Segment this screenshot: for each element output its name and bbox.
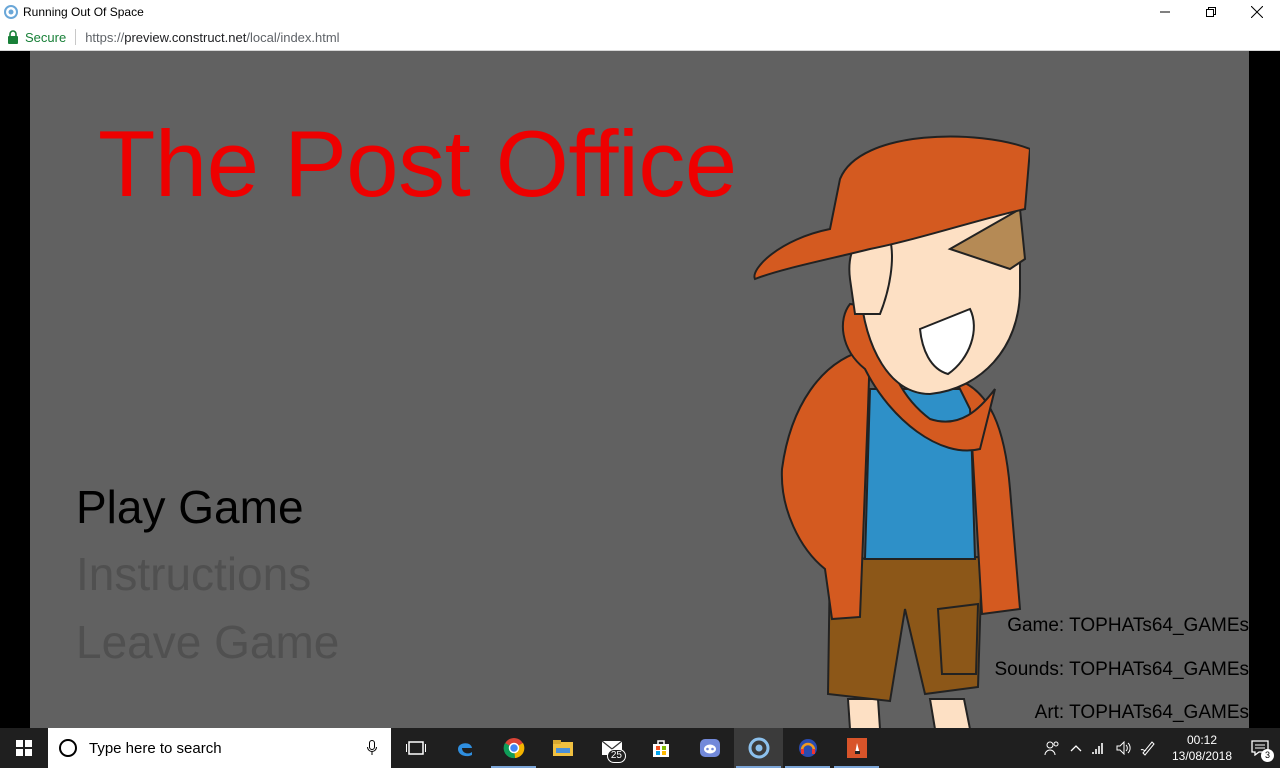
store-button[interactable]: [636, 728, 685, 768]
headphones-app-icon: [798, 739, 817, 757]
folder-icon: [552, 740, 573, 756]
search-placeholder: Type here to search: [89, 739, 222, 757]
construct-icon: [748, 737, 769, 759]
lock-icon: [8, 30, 18, 44]
media-app-button[interactable]: [783, 728, 832, 768]
window-title: Running Out Of Space: [23, 5, 144, 19]
clock-date: 13/08/2018: [1171, 749, 1233, 763]
url-path: /local/index.html: [246, 29, 340, 45]
address-bar[interactable]: Secure https://preview.construct.net/loc…: [0, 24, 1280, 51]
chrome-icon: [503, 738, 524, 759]
minimize-icon: [1160, 11, 1170, 13]
wifi-icon: [1092, 743, 1103, 754]
secure-label[interactable]: Secure: [25, 30, 66, 45]
menu-instructions[interactable]: Instructions: [76, 551, 311, 597]
construct-app-icon: [4, 5, 18, 19]
task-view-icon: [405, 741, 426, 755]
menu-leave-game[interactable]: Leave Game: [76, 619, 339, 665]
people-button[interactable]: [1040, 728, 1064, 768]
cortana-icon: [59, 739, 77, 757]
minimize-button[interactable]: [1142, 0, 1188, 24]
store-icon: [652, 740, 669, 757]
game-app-icon: [846, 738, 867, 758]
windows-logo-icon: [16, 740, 32, 756]
mail-unread-badge: 25: [606, 749, 626, 763]
action-center-button[interactable]: 3: [1240, 728, 1280, 768]
notification-count-badge: 3: [1261, 749, 1274, 762]
browser-viewport: The Post Office Play Game Instructions L…: [0, 51, 1280, 728]
url-text[interactable]: https://preview.construct.net/local/inde…: [85, 30, 339, 45]
construct-app-button[interactable]: [734, 728, 783, 768]
people-icon: [1044, 741, 1059, 756]
game-app-button[interactable]: [832, 728, 881, 768]
discord-icon: [699, 739, 720, 757]
restore-button[interactable]: [1188, 0, 1234, 24]
start-button[interactable]: [0, 728, 48, 768]
pen-icon: [1140, 741, 1155, 756]
credit-art: Art: TOPHATs64_GAMEs: [1034, 702, 1249, 723]
task-view-button[interactable]: [391, 728, 440, 768]
volume-button[interactable]: [1112, 728, 1136, 768]
window-controls: [1142, 0, 1280, 24]
game-title: The Post Office: [98, 111, 737, 216]
speaker-icon: [1116, 741, 1131, 755]
windows-taskbar: Type here to search 25 00:12 13/08/2018 …: [0, 728, 1280, 768]
clock-time: 00:12: [1186, 733, 1218, 747]
game-canvas[interactable]: The Post Office Play Game Instructions L…: [30, 51, 1249, 728]
file-explorer-button[interactable]: [538, 728, 587, 768]
discord-button[interactable]: [685, 728, 734, 768]
pen-workspace-button[interactable]: [1136, 728, 1160, 768]
menu-play-game[interactable]: Play Game: [76, 484, 304, 530]
credit-game: Game: TOPHATs64_GAMEs: [1007, 615, 1249, 636]
close-icon: [1251, 6, 1263, 18]
taskbar-search-box[interactable]: Type here to search: [48, 728, 391, 768]
mail-carrier-character-illustration: [753, 135, 1030, 728]
wifi-button[interactable]: [1088, 728, 1112, 768]
address-separator: [75, 29, 77, 45]
credit-sounds: Sounds: TOPHATs64_GAMEs: [994, 659, 1249, 680]
url-scheme: https://: [85, 29, 125, 45]
close-button[interactable]: [1234, 0, 1280, 24]
chrome-browser-button[interactable]: [489, 728, 538, 768]
show-hidden-icons-button[interactable]: [1064, 728, 1088, 768]
restore-icon: [1206, 7, 1216, 17]
window-titlebar: Running Out Of Space: [0, 0, 1280, 24]
system-tray: 00:12 13/08/2018 3: [1040, 728, 1280, 768]
url-host: preview.construct.net: [124, 29, 247, 45]
edge-browser-button[interactable]: [440, 728, 489, 768]
taskbar-clock[interactable]: 00:12 13/08/2018: [1164, 732, 1240, 764]
mail-button[interactable]: 25: [587, 728, 636, 768]
taskbar-pinned-apps: 25: [391, 728, 881, 768]
chevron-up-icon: [1070, 745, 1082, 752]
edge-icon: [457, 743, 472, 757]
microphone-icon[interactable]: [367, 740, 377, 756]
